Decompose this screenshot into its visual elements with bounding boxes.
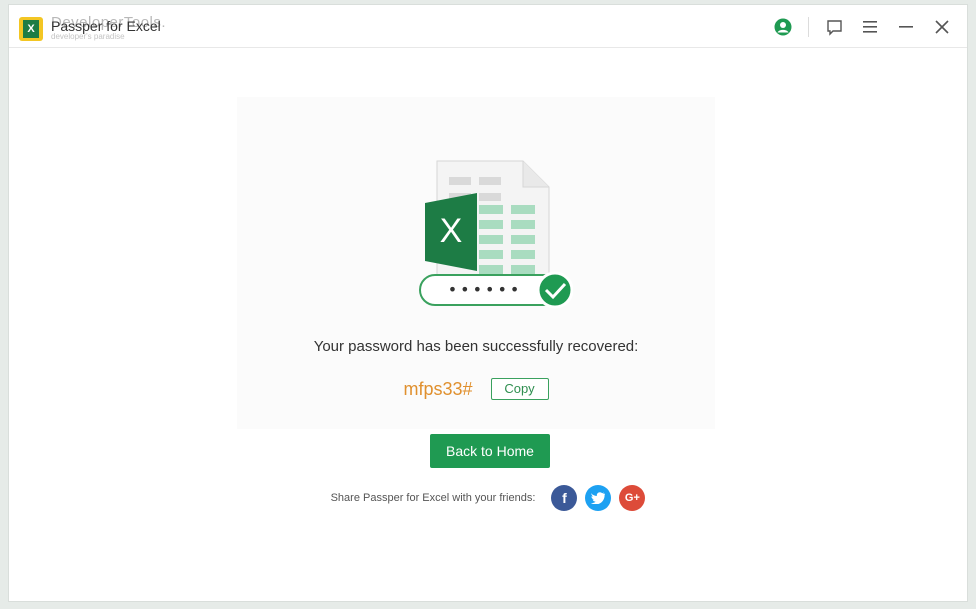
google-plus-icon[interactable]: G+ <box>619 485 646 511</box>
masked-password: •••••• <box>448 280 523 299</box>
back-to-home-button[interactable]: Back to Home <box>430 434 550 468</box>
share-row: Share Passper for Excel with your friend… <box>9 485 967 511</box>
result-panel: X •••••• Your password has been successf… <box>237 97 715 429</box>
excel-letter: X <box>440 212 463 250</box>
share-label: Share Passper for Excel with your friend… <box>330 492 536 504</box>
copy-button[interactable]: Copy <box>490 378 549 400</box>
app-logo: X <box>19 17 43 41</box>
twitter-icon[interactable] <box>585 485 612 511</box>
close-icon[interactable] <box>931 16 953 38</box>
account-icon[interactable] <box>772 16 794 38</box>
feedback-icon[interactable] <box>823 16 845 38</box>
app-logo-letter: X <box>23 20 39 38</box>
minimize-icon[interactable] <box>895 16 917 38</box>
facebook-icon[interactable]: f <box>551 485 578 511</box>
app-title: Passper for Excel <box>51 18 161 34</box>
titlebar-separator <box>808 17 809 37</box>
success-message: Your password has been successfully reco… <box>313 338 639 355</box>
google-plus-glyph: G+ <box>624 492 640 504</box>
facebook-glyph: f <box>562 490 567 506</box>
recovered-password: mfps33# <box>403 378 473 399</box>
excel-recovered-illustration: X •••••• <box>413 153 574 313</box>
recovered-password-row: mfps33# Copy <box>237 378 715 400</box>
title-bar: X DeveloperTools. developer's paradise P… <box>9 5 967 48</box>
titlebar-controls <box>758 16 953 38</box>
excel-file-icon: X •••••• <box>419 160 574 309</box>
twitter-bird <box>591 492 606 504</box>
app-window: X DeveloperTools. developer's paradise P… <box>8 4 968 602</box>
menu-icon[interactable] <box>859 16 881 38</box>
